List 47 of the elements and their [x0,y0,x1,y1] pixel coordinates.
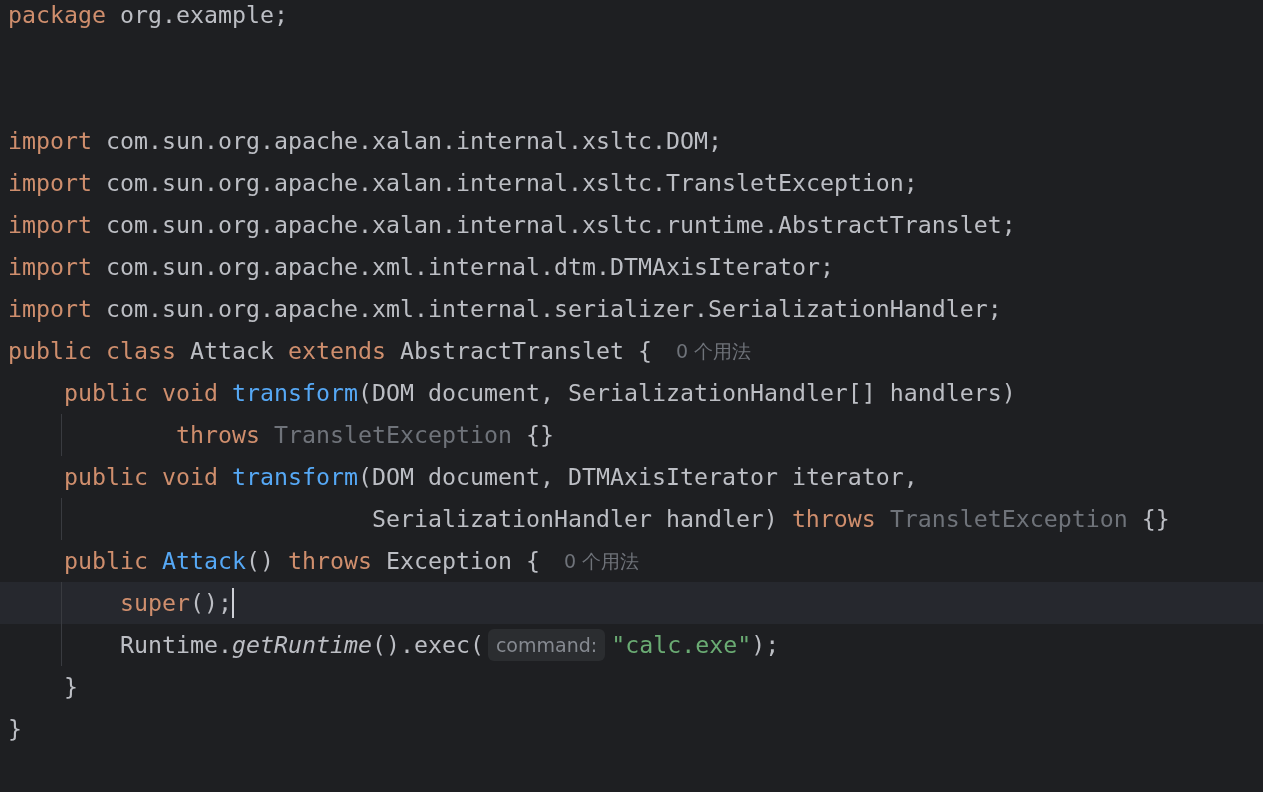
code-keyword: extends [288,337,386,365]
code-keyword: import [8,211,92,239]
code-text: Attack [190,337,274,365]
static-method-call: getRuntime [231,631,372,659]
method-name: Attack [162,547,246,575]
method-name: transform [231,379,358,407]
method-name: transform [231,463,358,491]
code-keyword: throws [175,421,260,449]
usages-hint[interactable]: 0 个用法 [675,338,752,364]
code-keyword: package [8,1,106,29]
unused-type-name: TransletException [273,421,512,449]
code-text: SerializationHandler handler) [371,505,778,533]
code-keyword: import [8,127,92,155]
code-text: (); [189,589,232,617]
code-text: com.sun.org.apache.xalan.internal.xsltc.runtime.AbstractTranslet; [106,211,1016,239]
unused-type-name: TransletException [889,505,1128,533]
code-text: Exception { [386,547,540,575]
code-keyword: throws [791,505,876,533]
code-text: (DOM document, DTMAxisIterator iterator, [357,463,918,491]
code-keyword: import [8,295,92,323]
code-keyword: import [8,253,92,281]
code-text: AbstractTranslet { [399,337,652,365]
code-text: } [8,715,22,743]
code-text: Runtime. [119,631,232,659]
code-text: {} [525,421,554,449]
code-keyword: throws [288,547,372,575]
code-text: org.example; [120,1,288,29]
code-text: {} [1141,505,1170,533]
code-text: com.sun.org.apache.xml.internal.dtm.DTMAxisIterator; [106,253,834,281]
parameter-hint: command: [487,629,606,661]
code-keyword: public [64,547,148,575]
code-text: com.sun.org.apache.xml.internal.serializer.SerializationHandler; [106,295,1002,323]
code-text: } [64,673,78,701]
code-text: com.sun.org.apache.xalan.internal.xsltc.DOM; [106,127,722,155]
code-keyword: public void [64,463,218,491]
code-text: () [246,547,274,575]
text-caret [231,588,234,618]
code-text: ().exec( [371,631,484,659]
string-literal: "calc.exe" [611,631,752,659]
code-text: (DOM document, SerializationHandler[] handlers) [357,379,1016,407]
code-keyword: public void [64,379,218,407]
code-keyword: public class [8,337,176,365]
usages-hint[interactable]: 0 个用法 [563,548,640,574]
code-text: ); [751,631,780,659]
code-keyword: import [8,169,92,197]
code-text: com.sun.org.apache.xalan.internal.xsltc.TransletException; [106,169,918,197]
code-keyword: super [119,589,190,617]
